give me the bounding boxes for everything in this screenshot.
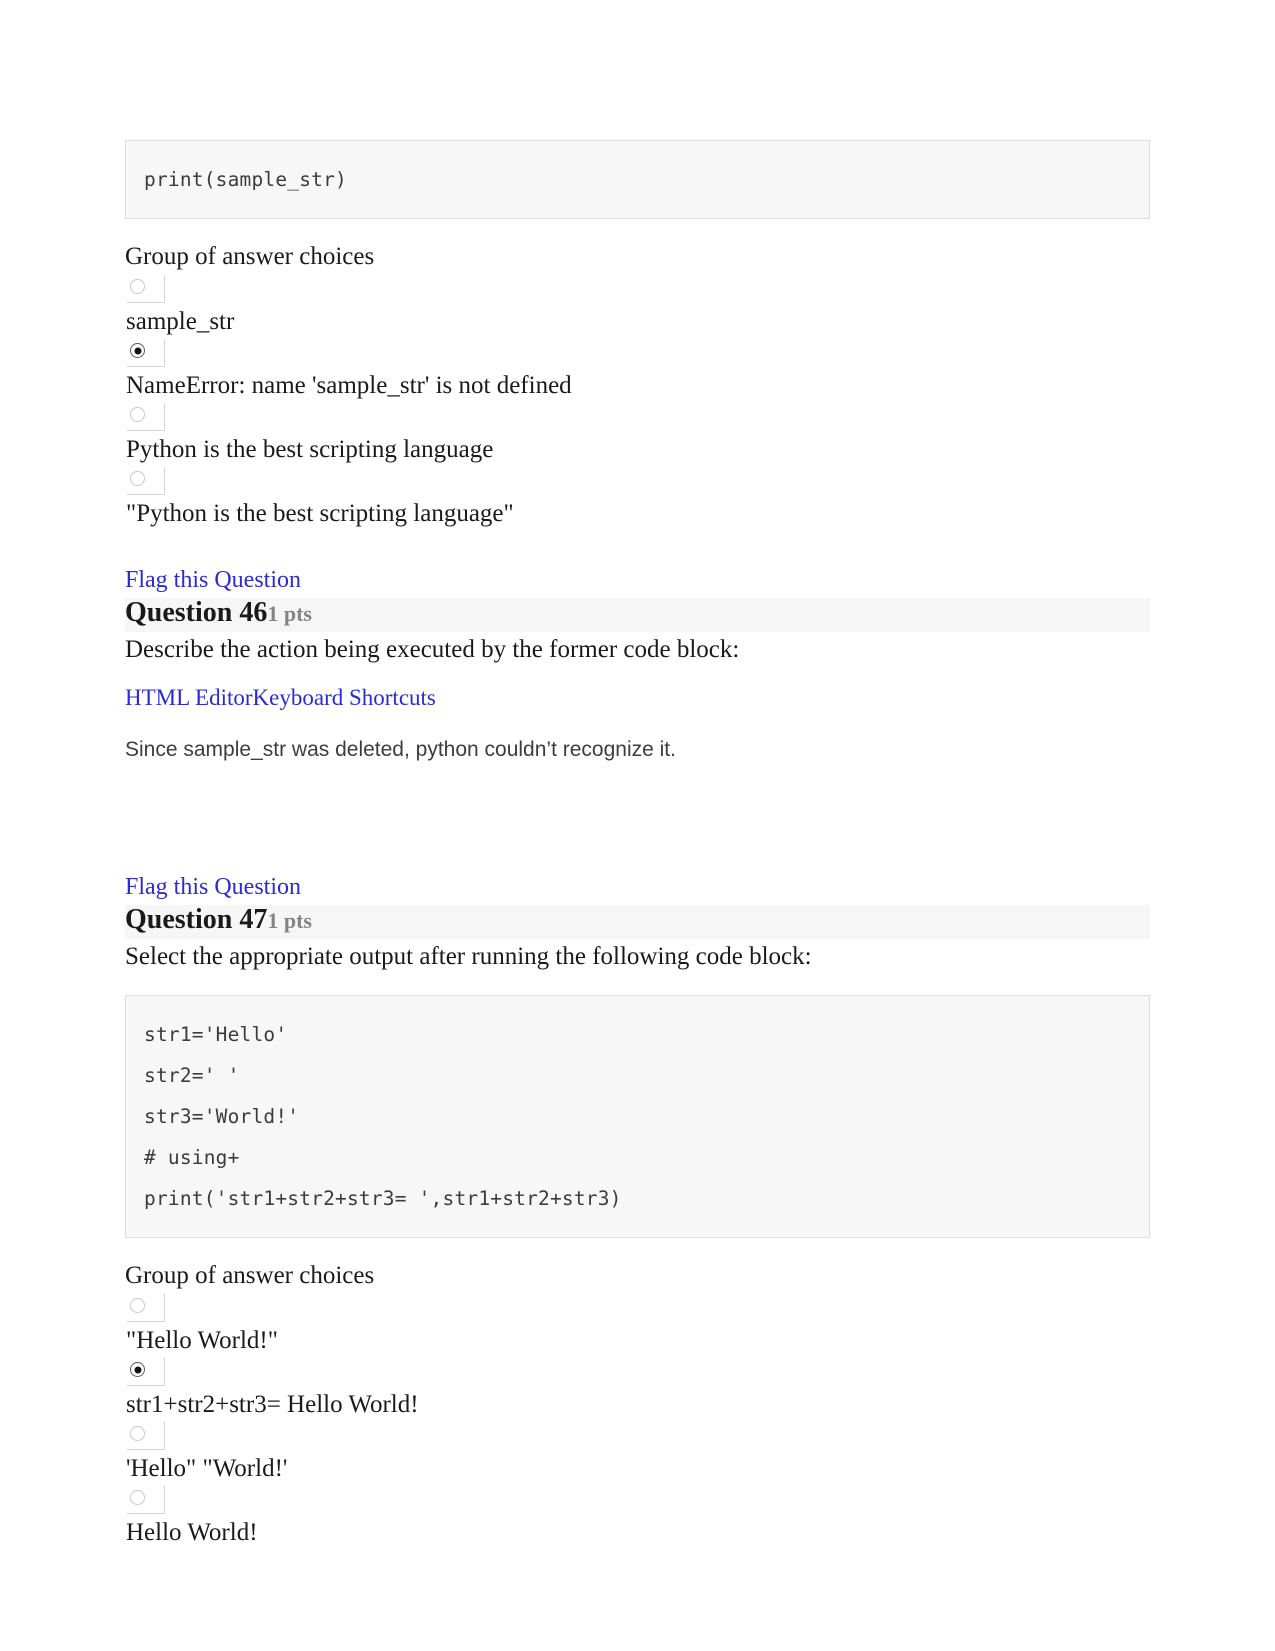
radio-button-icon[interactable] [130, 1298, 145, 1313]
radio-cell[interactable] [127, 1358, 165, 1386]
group-of-answer-choices-label-q45: Group of answer choices [125, 243, 375, 270]
radio-row[interactable] [125, 339, 1150, 369]
radio-cell[interactable] [127, 339, 165, 367]
question-prompt-q47: Select the appropriate output after runn… [125, 943, 812, 970]
radio-row[interactable] [125, 275, 1150, 305]
radio-button-selected-icon[interactable] [130, 343, 145, 358]
answer-area-spacer [125, 764, 1150, 872]
essay-answer-text-q46: Since sample_str was deleted, python cou… [125, 738, 676, 761]
radio-cell[interactable] [127, 1486, 165, 1514]
answer-choice[interactable]: NameError: name 'sample_str' is not defi… [125, 339, 1150, 403]
radio-button-selected-icon[interactable] [130, 1362, 145, 1377]
answer-choice[interactable]: str1+str2+str3= Hello World! [125, 1358, 1150, 1422]
code-line: print('str1+str2+str3= ',str1+str2+str3) [144, 1187, 622, 1210]
question-title: Question 47 [125, 904, 268, 935]
answer-choice[interactable]: "Hello World!" [125, 1294, 1150, 1358]
flag-this-question-link-q47[interactable]: Flag this Question [125, 872, 301, 902]
code-line: str3='World!' [144, 1105, 300, 1128]
code-line: print(sample_str) [144, 168, 347, 191]
answer-choices-q45: sample_str NameError: name 'sample_str' … [125, 275, 1150, 531]
answer-choice[interactable]: Hello World! [125, 1486, 1150, 1550]
flag-this-question-link-q46[interactable]: Flag this Question [125, 565, 301, 595]
question-points: 1 pts [267, 908, 312, 933]
answer-choice-label: Python is the best scripting language [126, 436, 494, 463]
keyboard-shortcuts-link[interactable]: Keyboard Shortcuts [253, 685, 436, 710]
code-block-q47: str1='Hello' str2=' ' str3='World!' # us… [125, 995, 1150, 1238]
radio-button-icon[interactable] [130, 471, 145, 486]
answer-choice-label: "Python is the best scripting language" [126, 500, 514, 527]
radio-button-icon[interactable] [130, 1490, 145, 1505]
radio-row[interactable] [125, 1422, 1150, 1452]
radio-button-icon[interactable] [130, 407, 145, 422]
radio-row[interactable] [125, 1358, 1150, 1388]
answer-choice[interactable]: "Python is the best scripting language" [125, 467, 1150, 531]
code-line: str2=' ' [144, 1064, 240, 1087]
html-editor-link[interactable]: HTML Editor [125, 685, 253, 710]
radio-cell[interactable] [127, 1422, 165, 1450]
radio-row[interactable] [125, 403, 1150, 433]
radio-cell[interactable] [127, 403, 165, 431]
answer-choices-q47: "Hello World!" str1+str2+str3= Hello Wor… [125, 1294, 1150, 1550]
code-line: # using+ [144, 1146, 240, 1169]
answer-choice-label: sample_str [126, 308, 235, 335]
radio-row[interactable] [125, 1294, 1150, 1324]
radio-button-icon[interactable] [130, 1426, 145, 1441]
quiz-page: print(sample_str) Group of answer choice… [0, 0, 1275, 1651]
editor-links-q46: HTML EditorKeyboard Shortcuts [125, 684, 1150, 712]
answer-choice[interactable]: Python is the best scripting language [125, 403, 1150, 467]
answer-choice[interactable]: 'Hello" "World!' [125, 1422, 1150, 1486]
radio-cell[interactable] [127, 467, 165, 495]
answer-choice[interactable]: sample_str [125, 275, 1150, 339]
answer-choice-label: "Hello World!" [126, 1327, 278, 1354]
question-header-q46: Question 46 1 pts [125, 598, 1150, 632]
question-prompt-q46: Describe the action being executed by th… [125, 636, 740, 663]
radio-button-icon[interactable] [130, 279, 145, 294]
radio-cell[interactable] [127, 275, 165, 303]
code-block-q45: print(sample_str) [125, 140, 1150, 219]
group-of-answer-choices-label-q47: Group of answer choices [125, 1262, 375, 1289]
answer-choice-label: str1+str2+str3= Hello World! [126, 1391, 419, 1418]
question-header-q47: Question 47 1 pts [125, 905, 1150, 939]
answer-choice-label: 'Hello" "World!' [126, 1455, 288, 1482]
answer-choice-label: Hello World! [126, 1519, 258, 1546]
radio-row[interactable] [125, 467, 1150, 497]
radio-row[interactable] [125, 1486, 1150, 1516]
radio-cell[interactable] [127, 1294, 165, 1322]
code-line: str1='Hello' [144, 1023, 288, 1046]
question-title: Question 46 [125, 597, 268, 628]
answer-choice-label: NameError: name 'sample_str' is not defi… [126, 372, 572, 399]
question-points: 1 pts [267, 601, 312, 626]
